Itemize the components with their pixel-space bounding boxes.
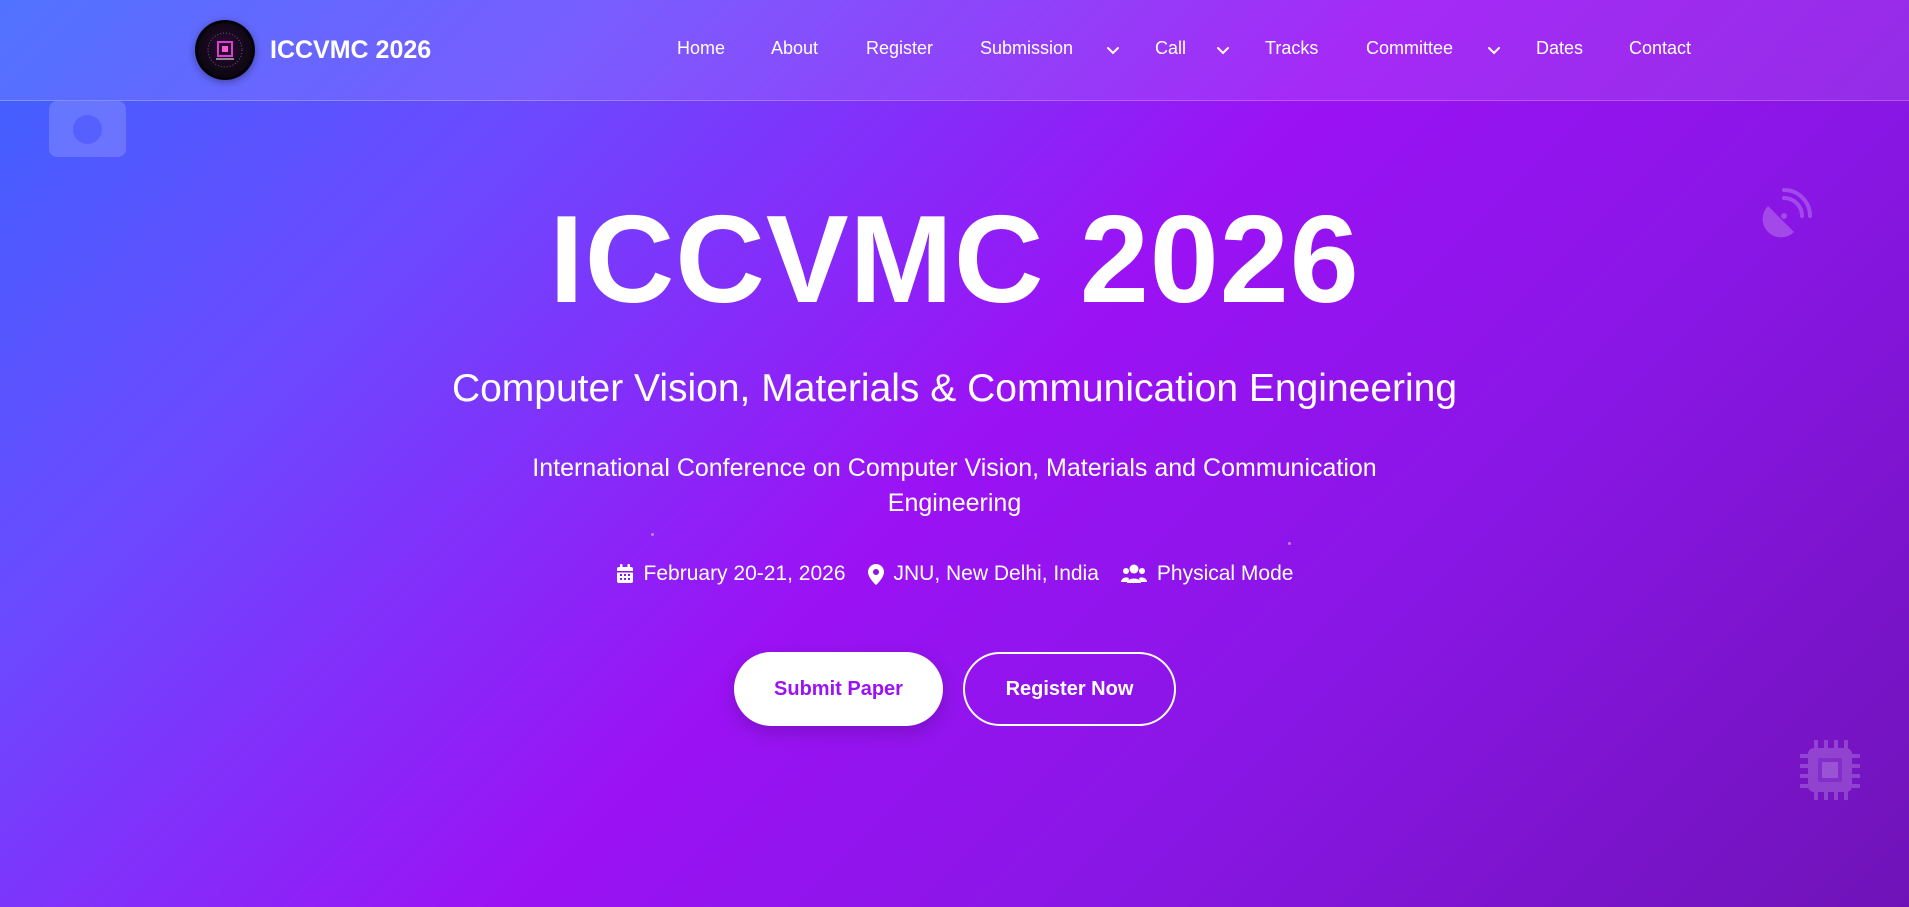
sparkle-dot — [651, 533, 654, 536]
main-nav: Home About Register Submission Call Trac… — [0, 0, 1909, 101]
nav-tracks[interactable]: Tracks — [1265, 38, 1318, 59]
meta-mode: Physical Mode — [1120, 562, 1294, 586]
meta-location-text: JNU, New Delhi, India — [893, 562, 1099, 585]
calendar-icon — [616, 564, 633, 583]
hero-description: International Conference on Computer Vis… — [532, 454, 1377, 517]
meta-date: February 20-21, 2026 — [616, 562, 846, 586]
top-navbar: ICCVMC 2026 Home About Register Submissi… — [0, 0, 1909, 101]
submit-paper-button[interactable]: Submit Paper — [734, 652, 943, 726]
chevron-down-icon[interactable] — [1105, 42, 1121, 58]
meta-mode-text: Physical Mode — [1156, 562, 1294, 585]
hero-subtitle: Computer Vision, Materials & Communicati… — [451, 367, 1458, 410]
nav-contact[interactable]: Contact — [1629, 38, 1691, 59]
meta-location: JNU, New Delhi, India — [867, 562, 1099, 586]
nav-dates[interactable]: Dates — [1536, 38, 1583, 59]
nav-register[interactable]: Register — [866, 38, 933, 59]
nav-committee[interactable]: Committee — [1366, 38, 1453, 59]
event-meta: February 20-21, 2026 JNU, New Delhi, Ind… — [0, 562, 1909, 586]
sparkle-dot — [1288, 542, 1291, 545]
nav-home[interactable]: Home — [677, 38, 725, 59]
register-now-button[interactable]: Register Now — [963, 652, 1176, 726]
map-pin-icon — [867, 563, 884, 585]
chevron-down-icon[interactable] — [1215, 42, 1231, 58]
microchip-icon — [1800, 740, 1860, 800]
users-icon — [1120, 564, 1147, 583]
nav-submission[interactable]: Submission — [980, 38, 1073, 59]
nav-call[interactable]: Call — [1155, 38, 1186, 59]
camera-icon — [49, 101, 126, 157]
nav-about[interactable]: About — [771, 38, 818, 59]
hero-title: ICCVMC 2026 — [549, 191, 1360, 329]
chevron-down-icon[interactable] — [1486, 42, 1502, 58]
meta-date-text: February 20-21, 2026 — [643, 562, 846, 585]
